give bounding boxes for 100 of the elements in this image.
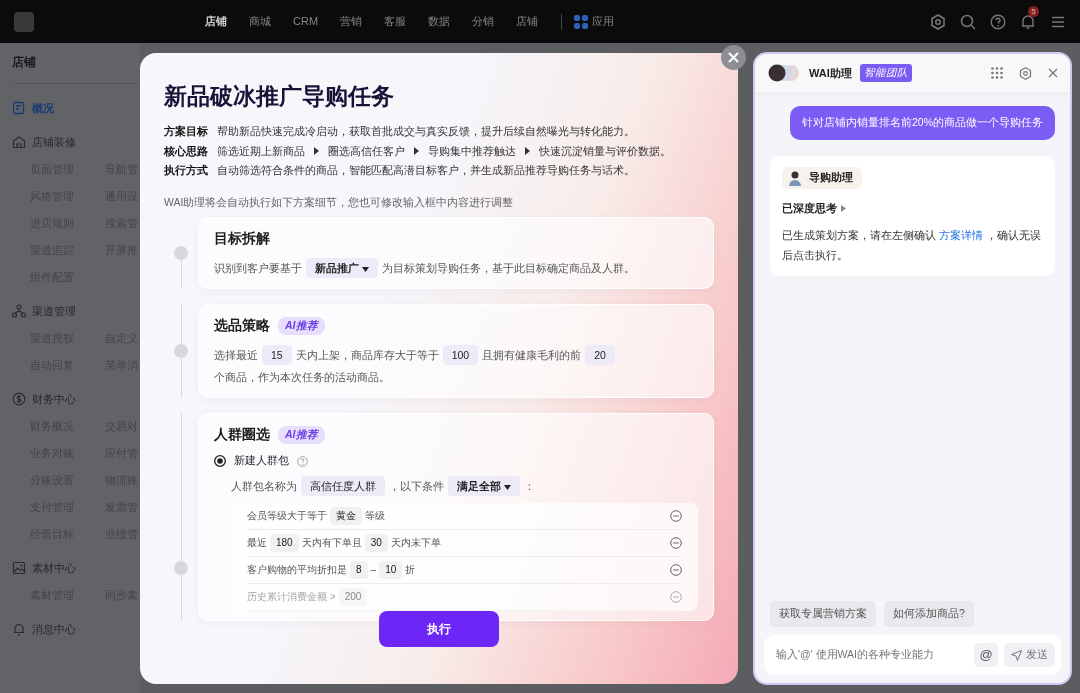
text: 客户购物的平均折扣是: [247, 564, 347, 575]
triangle-right-icon: [525, 147, 530, 156]
thinking-toggle[interactable]: 已深度思考: [782, 200, 1043, 217]
bell-icon: [12, 622, 26, 636]
nav-tab[interactable]: 店铺: [194, 13, 238, 30]
text: 天内未下单: [390, 537, 441, 548]
settings-icon[interactable]: [1019, 66, 1032, 80]
value-field[interactable]: 30: [364, 534, 388, 552]
text: 任务的活动商品。: [302, 370, 390, 386]
team-badge: 智能团队: [859, 64, 912, 82]
text: 选择最近: [214, 348, 258, 364]
send-button[interactable]: 发送: [1004, 643, 1055, 667]
section-title: 选品策略: [214, 316, 270, 336]
nav-tab[interactable]: 商城: [238, 13, 282, 30]
value-field[interactable]: 10: [379, 561, 403, 579]
option-label: 新建人群包: [234, 453, 289, 469]
close-icon[interactable]: [721, 45, 746, 70]
text: 天内上架，商品库存大于等于: [295, 348, 439, 364]
value-field[interactable]: 100: [442, 345, 479, 366]
info-label: 核心思路: [164, 143, 208, 159]
suggestion-chip[interactable]: 如何添加商品?: [884, 601, 974, 627]
ai-badge: AI推荐: [278, 316, 325, 335]
text: 人群包名称为: [231, 479, 297, 494]
gear-icon[interactable]: [930, 13, 946, 30]
dropdown[interactable]: 满足全部: [448, 476, 520, 496]
step-text: 导购集中推荐触达: [428, 143, 516, 159]
text: 折: [405, 564, 416, 575]
avatar-group-icon: [767, 63, 801, 83]
message-text: 已生成策划方案，请在左侧确认 方案详情 ，确认无误后点击执行。: [782, 227, 1042, 263]
text: ：: [523, 479, 535, 494]
search-icon[interactable]: [960, 13, 976, 30]
radio-button[interactable]: [214, 455, 226, 468]
dropdown[interactable]: 新品推广: [306, 258, 378, 279]
document-icon: [12, 101, 26, 115]
logo-icon: [14, 11, 34, 32]
remove-icon[interactable]: [670, 564, 682, 576]
execute-button[interactable]: 执行: [379, 611, 499, 647]
text: 个商品，作为本次: [214, 370, 302, 386]
caret-icon: [841, 205, 847, 213]
text: 等级: [365, 510, 385, 521]
coin-icon: [12, 392, 26, 406]
close-icon[interactable]: [1048, 68, 1058, 78]
chat-title: WAI助理: [809, 65, 852, 81]
nav-tab[interactable]: 数据: [417, 13, 462, 30]
info-label: 执行方式: [164, 163, 208, 178]
value-field[interactable]: 180: [270, 534, 299, 552]
caret-icon: [503, 484, 511, 490]
info-text: 自动筛选符合条件的商品，智能匹配高潜目标客户，并生成新品推荐导购任务与话术。: [217, 163, 635, 178]
text: 历史累计消费金额 >: [247, 591, 336, 602]
note-text: WAI助理将会自动执行如下方案细节，您也可修改输入框中内容进行调整: [164, 194, 515, 210]
mention-button[interactable]: @: [974, 643, 998, 667]
apps-icon: [574, 14, 589, 29]
help-icon[interactable]: [990, 13, 1006, 30]
caret-icon: [361, 266, 369, 272]
value-field[interactable]: 200: [338, 588, 368, 606]
section-title: 目标拆解: [214, 229, 270, 249]
suggestion-chip[interactable]: 获取专属营销方案: [770, 601, 876, 627]
avatar-icon: [787, 169, 803, 186]
user-message: 针对店铺内销量排名前20%的商品做一个导购任务: [790, 106, 1055, 140]
step-text: 圈选高信任客户: [328, 143, 405, 159]
modal-title: 新品破冰推广导购任务: [164, 82, 395, 111]
info-label: 方案目标: [164, 124, 208, 139]
nav-tab[interactable]: CRM: [282, 13, 330, 30]
notification-count: 5: [1028, 5, 1039, 17]
text: 天内有下单且: [301, 537, 362, 548]
nav-tab[interactable]: 分销: [461, 13, 506, 30]
grid-icon[interactable]: [991, 67, 1003, 79]
remove-icon[interactable]: [670, 537, 682, 549]
step-text: 快速沉淀销量与评价数据。: [539, 143, 671, 159]
help-icon: [297, 455, 308, 467]
bell-icon[interactable]: [1020, 14, 1036, 31]
section-title: 人群圈选: [214, 425, 270, 445]
triangle-right-icon: [314, 147, 319, 156]
text: 会员等级大于等于: [247, 510, 327, 521]
value-field[interactable]: 15: [262, 345, 292, 366]
message-input[interactable]: 输入'@' 使用WAI的各种专业能力 @ 发送: [764, 635, 1061, 675]
apps-button[interactable]: 应用: [574, 13, 626, 30]
value-field[interactable]: 20: [585, 345, 615, 366]
remove-icon[interactable]: [670, 510, 682, 522]
text: ，以下条件: [389, 479, 444, 494]
triangle-right-icon: [414, 147, 419, 156]
send-icon: [1011, 649, 1022, 661]
value-field[interactable]: 高信任度人群: [301, 476, 385, 496]
house-icon: [12, 135, 26, 149]
text: 识别到客户要基于: [214, 261, 302, 277]
agent-chip: 导购助理: [782, 166, 862, 189]
network-icon: [12, 304, 26, 318]
text: 为目标策划导购任务，基于此目标确定商品及人群。: [381, 261, 635, 277]
text: –: [370, 564, 377, 575]
text: 最近: [247, 537, 267, 548]
value-field[interactable]: 8: [350, 561, 368, 579]
nav-tab[interactable]: 客服: [373, 13, 418, 30]
text: 且拥有健康毛利的前: [482, 348, 582, 364]
info-text: 帮助新品快速完成冷启动，获取首批成交与真实反馈，提升后续自然曝光与转化能力。: [217, 124, 635, 139]
nav-tab[interactable]: 店铺: [505, 13, 550, 30]
image-icon: [12, 561, 26, 575]
step-text: 筛选近期上新商品: [217, 143, 305, 159]
value-field[interactable]: 黄金: [330, 507, 362, 525]
details-link[interactable]: 方案详情: [938, 228, 983, 241]
nav-tab[interactable]: 营销: [329, 13, 374, 30]
